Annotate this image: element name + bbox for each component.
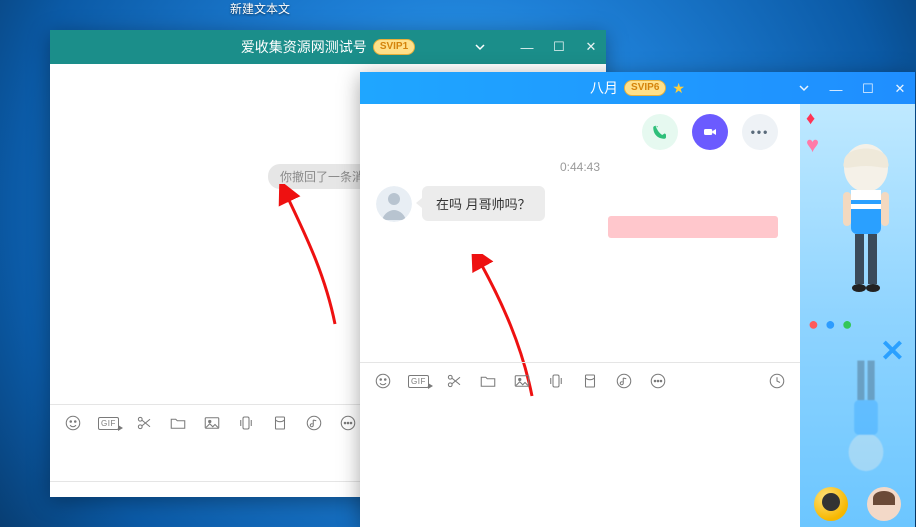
mini-avatar-1[interactable] [814, 487, 848, 521]
message-bubble[interactable]: 在吗 月哥帅吗？ [422, 186, 545, 221]
desktop: 新建文本文 爱收集资源网测试号 SVIP1 — ☐ ✕ 你撤回了一条消息 [0, 0, 916, 527]
chat-window-2: 八月 SVIP6 ★ — ☐ ✕ ••• [360, 72, 915, 527]
color-dots: ●●● [808, 314, 859, 335]
w2-action-row: ••• [360, 104, 800, 160]
gem-icon: ♦ [806, 108, 815, 129]
emoji-icon[interactable] [64, 414, 82, 432]
w2-side-panel: ♦ ♥ [800, 104, 915, 527]
gif-icon[interactable]: GIF [98, 417, 119, 430]
video-call-button[interactable] [692, 114, 728, 150]
w1-minimize-button[interactable]: — [520, 40, 534, 55]
w2-titlebar[interactable]: 八月 SVIP6 ★ — ☐ ✕ [360, 72, 915, 104]
star-icon: ★ [672, 80, 685, 97]
redpacket-icon[interactable] [581, 372, 599, 390]
shake-icon[interactable] [237, 414, 255, 432]
emoji-icon[interactable] [374, 372, 392, 390]
shake-icon[interactable] [547, 372, 565, 390]
desktop-file-icon[interactable]: 新建文本文 [220, 0, 300, 17]
voice-call-button[interactable] [642, 114, 678, 150]
image-icon[interactable] [203, 414, 221, 432]
w1-svip-badge: SVIP1 [373, 39, 415, 55]
w1-dropdown-icon[interactable] [474, 30, 486, 64]
folder-icon[interactable] [479, 372, 497, 390]
w1-titlebar[interactable]: 爱收集资源网测试号 SVIP1 — ☐ ✕ [50, 30, 606, 64]
w2-svip-badge: SVIP6 [624, 80, 666, 96]
w2-maximize-button[interactable]: ☐ [861, 81, 875, 97]
more-actions-button[interactable]: ••• [742, 114, 778, 150]
w2-compose-area[interactable] [360, 399, 800, 527]
chat-timestamp: 0:44:43 [360, 160, 800, 174]
w2-dropdown-icon[interactable] [797, 82, 811, 97]
music-icon[interactable] [615, 372, 633, 390]
scissors-icon[interactable] [445, 372, 463, 390]
annotation-arrow-1 [275, 184, 365, 334]
w2-close-button[interactable]: ✕ [893, 81, 907, 97]
desktop-file-label: 新建文本文 [230, 2, 290, 16]
more-tools-icon[interactable] [339, 414, 357, 432]
more-tools-icon[interactable] [649, 372, 667, 390]
w1-title: 爱收集资源网测试号 [241, 37, 367, 57]
w2-chat-pane: ••• 0:44:43 在吗 月哥帅吗？ [360, 104, 800, 527]
mini-avatar-2[interactable] [867, 487, 901, 521]
history-icon[interactable] [768, 372, 786, 390]
sender-avatar[interactable] [376, 186, 412, 222]
redpacket-icon[interactable] [271, 414, 289, 432]
folder-icon[interactable] [169, 414, 187, 432]
gif-icon[interactable]: GIF [408, 375, 429, 388]
image-icon[interactable] [513, 372, 531, 390]
w1-close-button[interactable]: ✕ [584, 39, 598, 55]
w2-toolbar: GIF [360, 362, 800, 399]
music-icon[interactable] [305, 414, 323, 432]
heart-icon: ♥ [806, 132, 819, 158]
scissors-icon[interactable] [135, 414, 153, 432]
w2-title: 八月 [590, 78, 618, 98]
x-decoration: ✕ [880, 334, 905, 369]
avatar-character [821, 134, 911, 324]
w2-minimize-button[interactable]: — [829, 82, 843, 97]
w1-maximize-button[interactable]: ☐ [552, 39, 566, 55]
message-text: 在吗 月哥帅吗？ [436, 197, 531, 212]
redacted-block [608, 216, 778, 238]
